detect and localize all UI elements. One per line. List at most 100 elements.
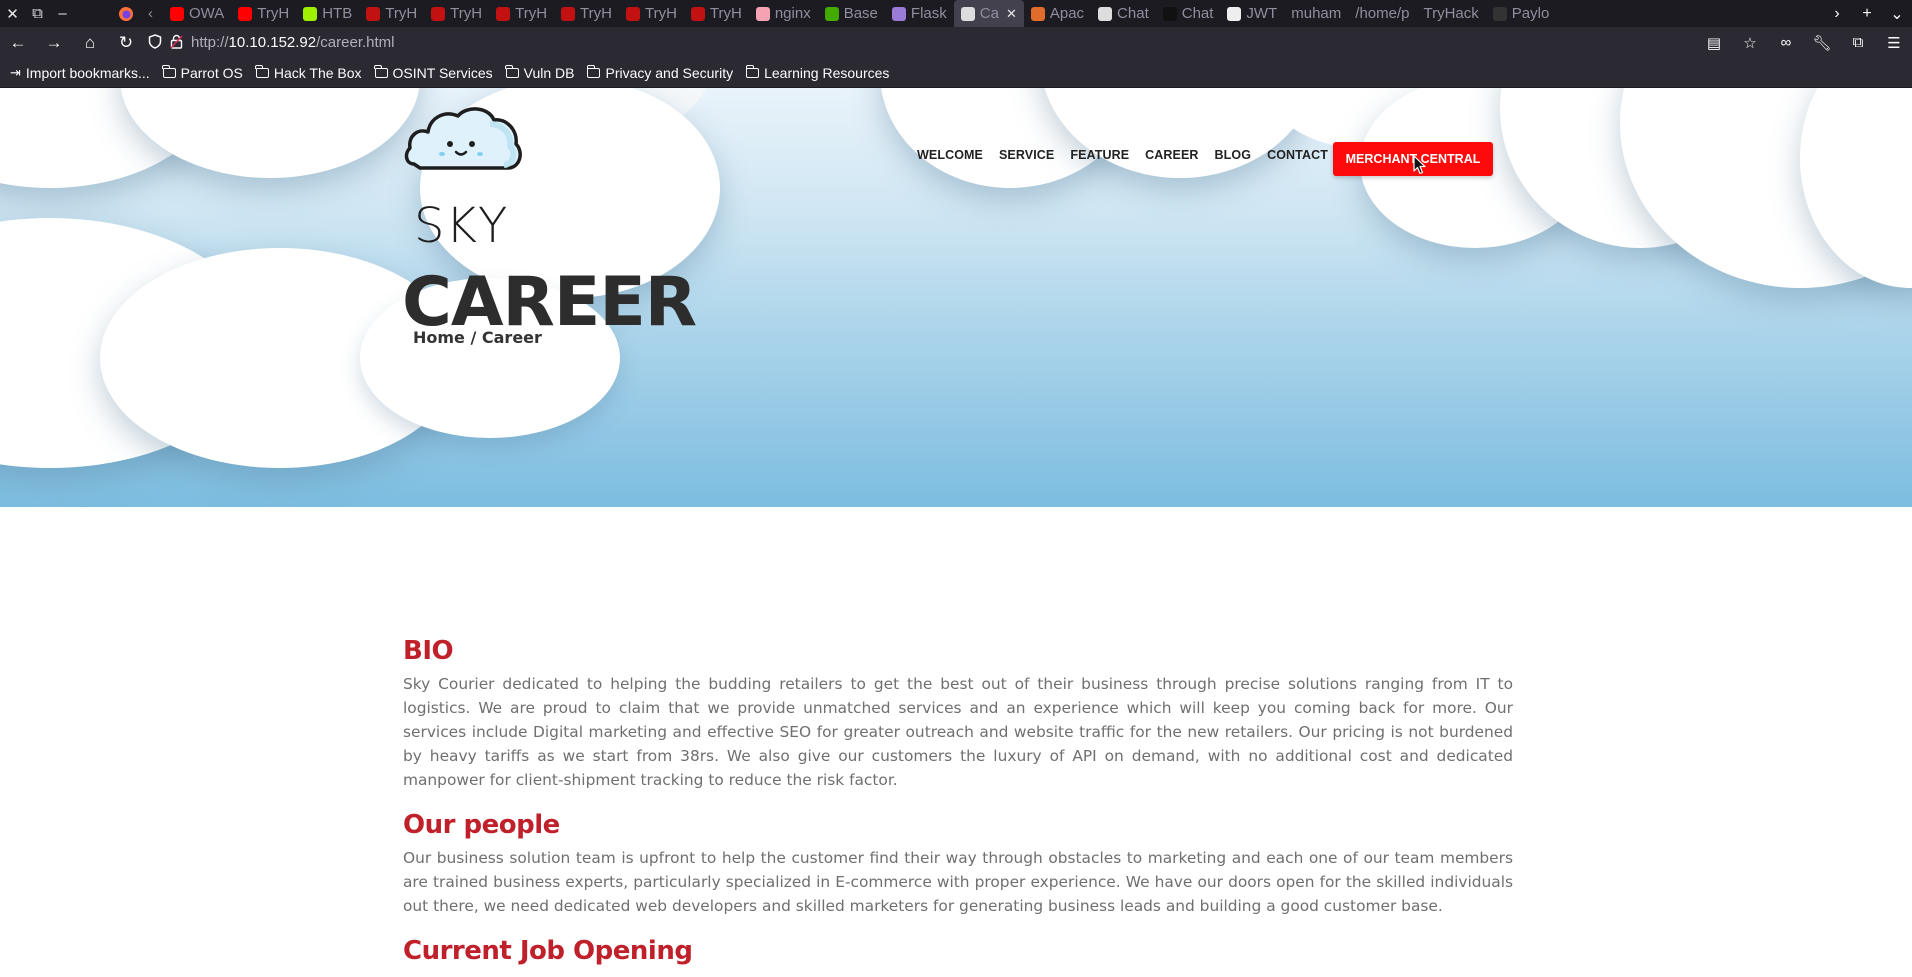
reload-icon[interactable]: ↻ bbox=[108, 27, 144, 58]
tab-label: Chat bbox=[1117, 5, 1149, 22]
tab-favicon-icon bbox=[561, 6, 576, 21]
hamburger-menu-icon[interactable]: ☰ bbox=[1876, 27, 1912, 58]
back-arrow-icon[interactable]: ← bbox=[0, 27, 36, 58]
nav-link-service[interactable]: SERVICE bbox=[999, 148, 1054, 162]
wrench-icon[interactable]: 🔧︎ bbox=[1804, 27, 1840, 58]
folder-icon bbox=[586, 64, 601, 78]
tab-label: TryH bbox=[644, 5, 677, 22]
nav-link-welcome[interactable]: WELCOME bbox=[917, 148, 983, 162]
folder-icon bbox=[255, 64, 269, 78]
browser-tab[interactable]: HTB bbox=[296, 0, 359, 27]
insecure-lock-icon[interactable] bbox=[170, 34, 183, 52]
hero-banner: SKY WELCOME SERVICE FEATURE CAREER BLOG CONTA… bbox=[0, 88, 1912, 507]
nav-link-blog[interactable]: BLOG bbox=[1215, 148, 1252, 162]
tab-label: TryHack bbox=[1423, 5, 1479, 22]
browser-tab[interactable]: Flask bbox=[885, 0, 954, 27]
scroll-tabs-right-icon[interactable]: › bbox=[1822, 0, 1852, 27]
restore-window-icon[interactable]: ⧉ bbox=[25, 0, 50, 27]
bookmark-label: Import bookmarks... bbox=[25, 64, 150, 81]
bookmark-item[interactable]: Parrot OS bbox=[162, 64, 243, 81]
browser-tab[interactable]: /home/p bbox=[1348, 0, 1416, 27]
breadcrumb: Home / Career bbox=[413, 328, 542, 347]
tab-favicon-icon bbox=[1098, 6, 1113, 21]
browser-tab[interactable]: TryH bbox=[359, 0, 424, 27]
bookmark-star-icon[interactable]: ☆ bbox=[1732, 27, 1768, 58]
section-body: Sky Courier dedicated to helping the bud… bbox=[403, 675, 1513, 789]
forward-arrow-icon[interactable]: → bbox=[36, 27, 72, 58]
tab-favicon-icon bbox=[690, 6, 705, 21]
section-body: Our business solution team is upfront to… bbox=[403, 849, 1513, 915]
folder-icon bbox=[745, 64, 760, 78]
list-all-tabs-icon[interactable]: ⌄ bbox=[1882, 0, 1912, 27]
tab-favicon-icon bbox=[431, 6, 446, 21]
browser-tab[interactable]: TryH bbox=[489, 0, 554, 27]
tab-label: JWT bbox=[1246, 5, 1278, 22]
browser-tab[interactable]: muham bbox=[1284, 0, 1348, 27]
browser-tab[interactable]: TryHack bbox=[1416, 0, 1485, 27]
folder-icon bbox=[374, 64, 388, 78]
career-content: BIO Sky Courier dedicated to helping the … bbox=[403, 636, 1513, 972]
close-window-icon[interactable]: ✕ bbox=[0, 0, 25, 27]
section-heading: BIO bbox=[403, 636, 454, 666]
bookmark-label: Privacy and Security bbox=[605, 64, 734, 81]
browser-tab[interactable]: Base bbox=[818, 0, 885, 27]
tab-label: Flask bbox=[910, 5, 947, 22]
folder-icon bbox=[505, 64, 519, 78]
tab-label: Ca bbox=[979, 5, 999, 22]
mouse-pointer-icon bbox=[1413, 155, 1426, 175]
tab-favicon-icon bbox=[755, 6, 770, 21]
url-bar[interactable]: http://10.10.152.92/career.html bbox=[144, 29, 1696, 56]
tab-label: TryH bbox=[257, 5, 290, 22]
url-text[interactable]: http://10.10.152.92/career.html bbox=[191, 34, 395, 51]
tab-bar: ✕ ⧉ – ‹ OWA TryH HTB TryH TryH TryH TryH TryH Tr… bbox=[0, 0, 1912, 27]
browser-tab[interactable]: Chat bbox=[1156, 0, 1221, 27]
minimize-window-icon[interactable]: – bbox=[50, 0, 75, 27]
tab-label: Chat bbox=[1181, 5, 1214, 22]
tab-label: Paylo bbox=[1511, 5, 1550, 22]
bookmark-item[interactable]: Learning Resources bbox=[745, 64, 890, 81]
firefox-view-icon[interactable] bbox=[113, 0, 138, 27]
tab-favicon-icon bbox=[496, 6, 511, 21]
bookmark-item[interactable]: ⇥ Import bookmarks... bbox=[10, 65, 150, 81]
browser-tab[interactable]: TryH bbox=[684, 0, 749, 27]
browser-tab[interactable]: TryH bbox=[424, 0, 489, 27]
bookmark-item[interactable]: Vuln DB bbox=[505, 64, 574, 81]
tracking-protection-shield-icon[interactable] bbox=[148, 33, 162, 52]
browser-tab[interactable]: Chat bbox=[1091, 0, 1156, 27]
tab-favicon-icon bbox=[1030, 6, 1045, 21]
nav-link-feature[interactable]: FEATURE bbox=[1070, 148, 1129, 162]
bookmark-label: Learning Resources bbox=[764, 64, 890, 81]
tab-label: TryH bbox=[515, 5, 548, 22]
tab-favicon-icon bbox=[1227, 6, 1242, 21]
bookmark-item[interactable]: OSINT Services bbox=[374, 64, 493, 81]
tab-label: TryH bbox=[709, 5, 742, 22]
nav-link-contact[interactable]: CONTACT bbox=[1267, 148, 1328, 162]
browser-tab[interactable]: TryH bbox=[554, 0, 619, 27]
browser-tab[interactable]: TryH bbox=[619, 0, 684, 27]
browser-tab[interactable]: nginx bbox=[749, 0, 818, 27]
tab-label: TryH bbox=[450, 5, 483, 22]
browser-tab[interactable]: Ca ✕ bbox=[953, 0, 1024, 27]
browser-tab[interactable]: OWA bbox=[163, 0, 231, 27]
bookmark-item[interactable]: Hack The Box bbox=[255, 64, 362, 81]
navigation-toolbar: ← → ⌂ ↻ http://10.10.152.92/career.html … bbox=[0, 27, 1912, 58]
browser-tab[interactable]: Paylo bbox=[1486, 0, 1557, 27]
nav-link-career[interactable]: CAREER bbox=[1145, 148, 1198, 162]
extensions-icon[interactable]: ⧉ bbox=[1840, 27, 1876, 58]
logo-wordmark[interactable]: SKY bbox=[414, 198, 508, 254]
tab-label: /home/p bbox=[1355, 5, 1410, 22]
tab-favicon-icon bbox=[625, 6, 640, 21]
bookmark-label: Parrot OS bbox=[180, 64, 243, 81]
scroll-tabs-left-icon[interactable]: ‹ bbox=[138, 0, 163, 27]
home-icon[interactable]: ⌂ bbox=[72, 27, 108, 58]
new-tab-icon[interactable]: + bbox=[1852, 0, 1882, 27]
tab-label: Apac bbox=[1049, 5, 1085, 22]
browser-tab[interactable]: Apac bbox=[1024, 0, 1091, 27]
close-tab-icon[interactable]: ✕ bbox=[1006, 6, 1017, 22]
tab-label: TryH bbox=[385, 5, 418, 22]
bookmark-item[interactable]: Privacy and Security bbox=[586, 64, 734, 81]
private-mask-icon[interactable]: ∞ bbox=[1768, 27, 1804, 58]
browser-tab[interactable]: JWT bbox=[1220, 0, 1284, 27]
reader-view-icon[interactable]: ▤ bbox=[1696, 27, 1732, 58]
browser-tab[interactable]: TryH bbox=[231, 0, 296, 27]
